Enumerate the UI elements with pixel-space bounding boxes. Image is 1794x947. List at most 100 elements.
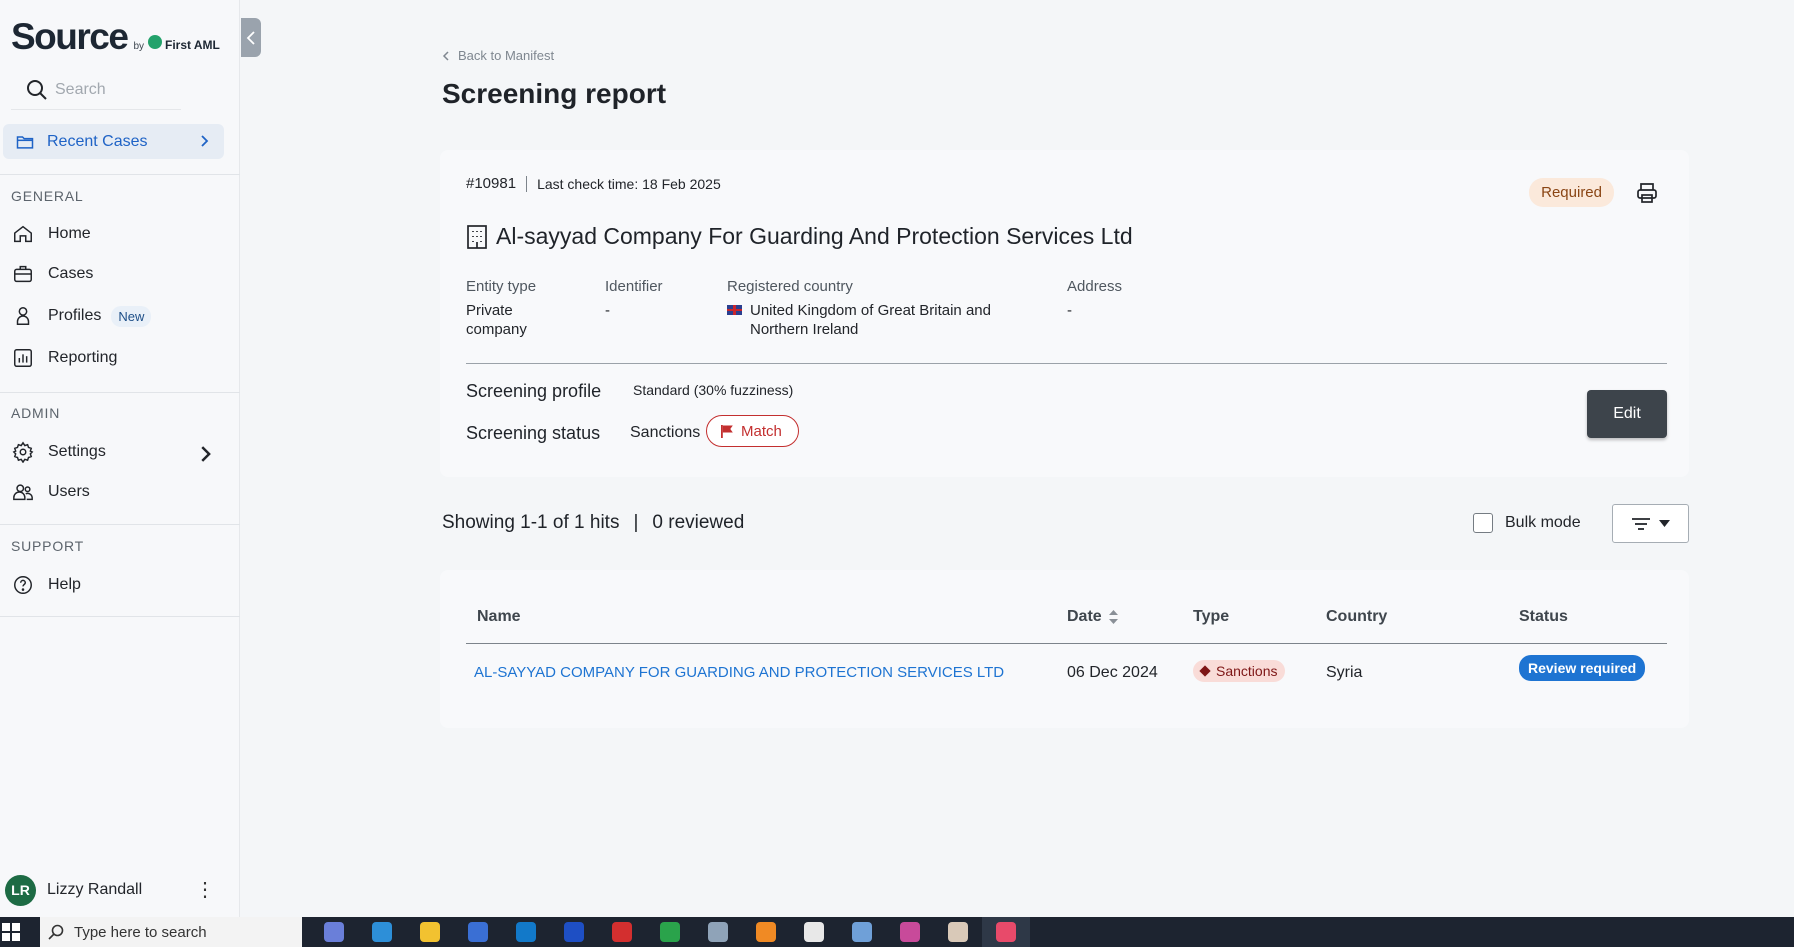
sidebar-item-label: Cases (48, 265, 94, 282)
entity-name-text: Al-sayyad Company For Guarding And Prote… (496, 223, 1133, 249)
app-icon (468, 922, 488, 942)
source-logo[interactable]: Source by First AML (11, 16, 220, 58)
taskbar-app-icon[interactable] (358, 917, 406, 947)
taskbar-app-icon[interactable] (502, 917, 550, 947)
status-badge: Required (1529, 178, 1614, 207)
app-icon (324, 922, 344, 942)
separator: | (633, 512, 639, 533)
hit-name-link[interactable]: AL-SAYYAD COMPANY FOR GUARDING AND PROTE… (474, 664, 1004, 681)
bulk-mode-toggle[interactable]: Bulk mode (1473, 513, 1581, 533)
edit-button[interactable]: Edit (1587, 390, 1667, 438)
taskbar-app-icon[interactable] (838, 917, 886, 947)
taskbar-app-icon[interactable] (886, 917, 934, 947)
taskbar-app-icon[interactable] (310, 917, 358, 947)
divider (466, 363, 1667, 364)
app-icon (996, 922, 1016, 942)
column-header-status: Status (1519, 608, 1568, 625)
sidebar-item-settings[interactable]: Settings (12, 437, 232, 467)
divider (0, 174, 240, 175)
chevron-left-icon (246, 30, 255, 45)
hit-country: Syria (1326, 664, 1363, 681)
review-required-badge[interactable]: Review required (1519, 655, 1646, 681)
home-icon (14, 225, 32, 243)
app-icon (372, 922, 392, 942)
folder-icon (16, 135, 34, 149)
bulk-mode-checkbox[interactable] (1473, 513, 1493, 533)
separator (526, 175, 528, 192)
collapse-sidebar-button[interactable] (241, 18, 261, 57)
user-menu[interactable]: LR Lizzy Randall ⋮ (5, 874, 235, 906)
taskbar-search[interactable]: Type here to search (40, 917, 302, 947)
sidebar-item-label: Help (48, 576, 81, 593)
sidebar-item-label: Users (48, 483, 90, 500)
registered-country-field: Registered country United Kingdom of Gre… (727, 278, 1017, 339)
app-icon (708, 922, 728, 942)
building-icon (467, 224, 487, 249)
match-label: Match (741, 422, 782, 440)
sidebar-item-reporting[interactable]: Reporting (12, 343, 232, 373)
type-badge: Sanctions (1193, 660, 1286, 682)
first-aml-logo-icon (148, 35, 162, 49)
column-header-name[interactable]: Name (477, 608, 521, 626)
user-name: Lizzy Randall (47, 881, 143, 898)
gear-icon (12, 441, 34, 463)
case-meta: #10981 Last check time: 18 Feb 2025 (466, 175, 721, 192)
uk-flag-icon (727, 305, 742, 315)
screening-profile-value: Standard (30% fuzziness) (633, 382, 794, 398)
app-icon (516, 922, 536, 942)
app-icon (660, 922, 680, 942)
field-value: Private company (466, 302, 527, 338)
entity-type-field: Entity type Private company (466, 278, 536, 339)
divider (466, 643, 1667, 644)
taskbar-app-icon[interactable] (790, 917, 838, 947)
recent-cases-button[interactable]: Recent Cases (3, 124, 224, 159)
person-icon (16, 307, 30, 325)
page-title: Screening report (442, 78, 667, 109)
sidebar-search (11, 70, 181, 110)
section-title-support: SUPPORT (11, 538, 85, 554)
print-icon[interactable] (1635, 181, 1659, 205)
windows-start-icon[interactable] (2, 923, 20, 941)
taskbar-app-icon[interactable] (742, 917, 790, 947)
match-badge: Match (706, 415, 799, 447)
sidebar-item-cases[interactable]: Cases (12, 259, 232, 289)
screening-profile-label: Screening profile (466, 381, 602, 401)
section-title-admin: ADMIN (11, 405, 61, 421)
sidebar-item-profiles[interactable]: Profiles New (12, 301, 232, 331)
divider (0, 392, 240, 393)
taskbar-app-icon[interactable] (982, 917, 1030, 947)
back-to-manifest-link[interactable]: Back to Manifest (442, 48, 554, 63)
bulk-mode-label: Bulk mode (1505, 514, 1581, 531)
taskbar-app-icon[interactable] (550, 917, 598, 947)
identifier-field: Identifier - (605, 278, 663, 320)
briefcase-icon (14, 265, 32, 283)
column-header-country: Country (1326, 608, 1388, 625)
field-label: Identifier (605, 278, 663, 295)
hit-date: 06 Dec 2024 (1067, 664, 1158, 681)
chevron-left-icon (442, 50, 449, 61)
status-cell: Review required (1519, 655, 1646, 681)
taskbar-app-icon[interactable] (646, 917, 694, 947)
taskbar-apps (310, 917, 1030, 947)
taskbar-app-icon[interactable] (406, 917, 454, 947)
sanctions-badge: Sanctions (1193, 660, 1286, 682)
chevron-right-icon (201, 135, 209, 147)
caret-down-icon (1659, 520, 1670, 527)
column-header-date[interactable]: Date (1067, 608, 1118, 626)
taskbar-app-icon[interactable] (934, 917, 982, 947)
search-input[interactable] (55, 80, 175, 99)
sidebar-item-home[interactable]: Home (12, 219, 232, 249)
app-icon (420, 922, 440, 942)
app-icon (804, 922, 824, 942)
taskbar-app-icon[interactable] (598, 917, 646, 947)
sidebar-item-label: Settings (48, 443, 106, 460)
sort-icon[interactable] (1108, 610, 1118, 624)
filter-button[interactable] (1612, 504, 1689, 543)
taskbar-search-placeholder: Type here to search (74, 923, 207, 941)
taskbar-app-icon[interactable] (454, 917, 502, 947)
reviewed-count: 0 reviewed (652, 512, 745, 533)
taskbar-app-icon[interactable] (694, 917, 742, 947)
sidebar-item-users[interactable]: Users (12, 477, 232, 507)
more-options-icon[interactable]: ⋮ (195, 880, 215, 900)
sidebar-item-help[interactable]: Help (12, 570, 232, 600)
